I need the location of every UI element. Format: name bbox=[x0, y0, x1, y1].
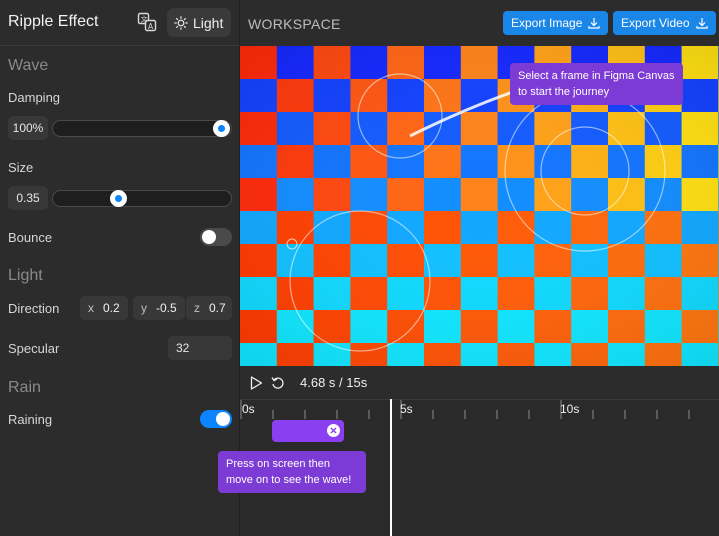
download-icon bbox=[695, 18, 708, 29]
translate-button[interactable]: 文 A bbox=[136, 11, 158, 33]
canvas-hint-line1: Select a frame in Figma Canvas bbox=[518, 70, 675, 82]
direction-y-axis: y bbox=[141, 301, 147, 315]
direction-y-value: -0.5 bbox=[156, 301, 177, 315]
direction-label: Direction bbox=[8, 301, 60, 316]
play-icon bbox=[250, 376, 263, 390]
sun-icon bbox=[174, 15, 188, 30]
ruler-ticks bbox=[240, 400, 690, 420]
size-slider-thumb[interactable] bbox=[109, 190, 127, 207]
direction-y-field[interactable]: y -0.5 bbox=[133, 296, 185, 320]
bounce-toggle-knob bbox=[202, 230, 216, 244]
section-title-wave: Wave bbox=[8, 57, 49, 74]
timeline-ruler[interactable]: 0s 5s 10s bbox=[240, 399, 719, 420]
clip-remove-button[interactable] bbox=[327, 424, 340, 437]
damping-slider[interactable] bbox=[52, 120, 232, 137]
section-title-light: Light bbox=[8, 267, 43, 284]
reset-button[interactable] bbox=[271, 376, 285, 395]
tick-label-5s: 5s bbox=[400, 402, 413, 416]
theme-toggle-button[interactable]: Light bbox=[167, 8, 231, 37]
svg-text:A: A bbox=[148, 22, 154, 31]
time-readout: 4.68 s / 15s bbox=[300, 375, 368, 390]
export-video-label: Export Video bbox=[621, 16, 690, 30]
raining-label: Raining bbox=[8, 412, 53, 427]
playback-controls: 4.68 s / 15s bbox=[240, 366, 719, 399]
play-button[interactable] bbox=[250, 376, 263, 395]
direction-x-axis: x bbox=[88, 301, 94, 315]
translate-icon: 文 A bbox=[137, 12, 157, 32]
size-value[interactable]: 0.35 bbox=[8, 186, 48, 210]
workspace-panel: WORKSPACE Export Image Export Video Sele… bbox=[218, 0, 719, 536]
reset-icon bbox=[271, 377, 284, 389]
section-title-rain: Rain bbox=[8, 379, 41, 396]
workspace-title: WORKSPACE bbox=[248, 16, 341, 32]
tick-label-10s: 10s bbox=[560, 402, 580, 416]
export-image-label: Export Image bbox=[511, 16, 583, 30]
damping-label: Damping bbox=[8, 90, 61, 105]
timeline-hint-tooltip: Press on screen then move on to see the … bbox=[218, 451, 366, 493]
raining-toggle[interactable] bbox=[200, 410, 232, 428]
theme-label: Light bbox=[193, 14, 224, 31]
close-icon bbox=[330, 427, 337, 434]
bounce-label: Bounce bbox=[8, 230, 53, 245]
timeline-hint-line1: Press on screen then bbox=[226, 458, 330, 470]
raining-toggle-knob bbox=[216, 412, 230, 426]
size-label: Size bbox=[8, 160, 34, 175]
direction-x-value: 0.2 bbox=[103, 301, 120, 315]
canvas-hint-tooltip: Select a frame in Figma Canvas to start … bbox=[510, 63, 683, 105]
svg-text:文: 文 bbox=[141, 15, 148, 24]
damping-slider-thumb[interactable] bbox=[213, 120, 230, 137]
sidebar-header: Ripple Effect 文 A Light bbox=[0, 0, 240, 46]
tick-label-0s: 0s bbox=[242, 402, 255, 416]
rain-clip[interactable] bbox=[272, 420, 344, 442]
size-slider[interactable] bbox=[52, 190, 232, 207]
ripple-canvas[interactable]: Select a frame in Figma Canvas to start … bbox=[240, 46, 719, 366]
direction-z-field[interactable]: z 0.7 bbox=[186, 296, 232, 320]
export-image-button[interactable]: Export Image bbox=[503, 11, 609, 35]
specular-input[interactable]: 32 bbox=[168, 336, 232, 360]
playhead[interactable] bbox=[390, 399, 392, 536]
specular-label: Specular bbox=[8, 341, 60, 356]
export-video-button[interactable]: Export Video bbox=[613, 11, 716, 35]
timeline-hint-line2: move on to see the wave! bbox=[226, 474, 352, 486]
direction-z-value: 0.7 bbox=[209, 301, 226, 315]
sidebar: Ripple Effect 文 A Light Wave Damping 100… bbox=[0, 0, 240, 536]
download-icon bbox=[588, 18, 600, 29]
direction-x-field[interactable]: x 0.2 bbox=[80, 296, 128, 320]
bounce-toggle[interactable] bbox=[200, 228, 232, 246]
app-title: Ripple Effect bbox=[8, 13, 99, 30]
canvas-hint-line2: to start the journey bbox=[518, 86, 610, 98]
damping-value[interactable]: 100% bbox=[8, 116, 48, 140]
direction-z-axis: z bbox=[194, 301, 200, 315]
